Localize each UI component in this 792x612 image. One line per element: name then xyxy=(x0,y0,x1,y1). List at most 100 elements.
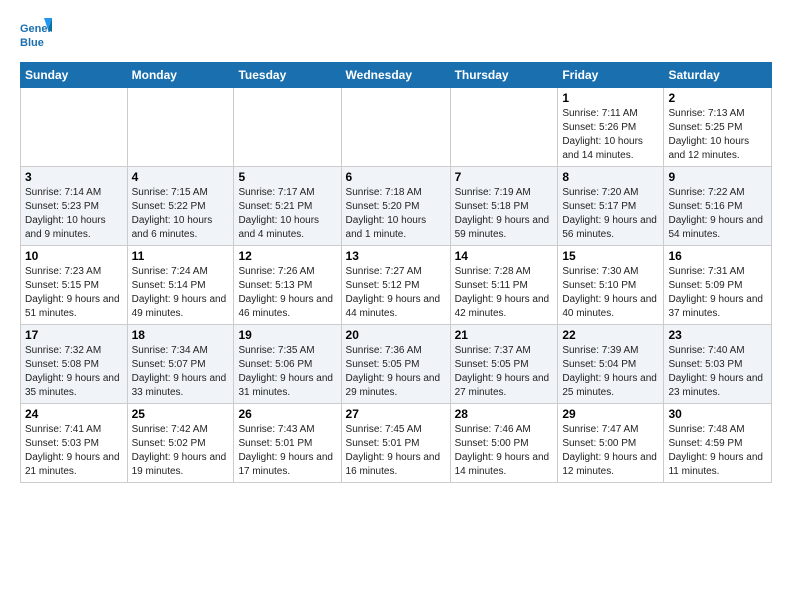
day-info: Sunrise: 7:37 AM Sunset: 5:05 PM Dayligh… xyxy=(455,344,554,400)
day-number: 1 xyxy=(562,91,659,105)
calendar-day-cell xyxy=(341,88,450,167)
day-info: Sunrise: 7:13 AM Sunset: 5:25 PM Dayligh… xyxy=(668,107,767,163)
calendar-day-cell: 10 Sunrise: 7:23 AM Sunset: 5:15 PM Dayli… xyxy=(21,246,128,325)
day-number: 25 xyxy=(132,407,230,421)
day-number: 4 xyxy=(132,170,230,184)
calendar-table: SundayMondayTuesdayWednesdayThursdayFrid… xyxy=(20,62,772,483)
calendar-day-cell: 17 Sunrise: 7:32 AM Sunset: 5:08 PM Dayli… xyxy=(21,325,128,404)
calendar-body: 1 Sunrise: 7:11 AM Sunset: 5:26 PM Daylig… xyxy=(21,88,772,483)
day-info: Sunrise: 7:17 AM Sunset: 5:21 PM Dayligh… xyxy=(238,186,336,242)
calendar-day-cell: 5 Sunrise: 7:17 AM Sunset: 5:21 PM Daylig… xyxy=(234,167,341,246)
day-number: 5 xyxy=(238,170,336,184)
calendar-day-cell: 23 Sunrise: 7:40 AM Sunset: 5:03 PM Dayli… xyxy=(664,325,772,404)
logo-svg: General Blue xyxy=(20,16,52,52)
calendar-day-cell xyxy=(234,88,341,167)
day-info: Sunrise: 7:46 AM Sunset: 5:00 PM Dayligh… xyxy=(455,423,554,479)
weekday-header-cell: Tuesday xyxy=(234,63,341,88)
day-number: 16 xyxy=(668,249,767,263)
calendar-day-cell: 16 Sunrise: 7:31 AM Sunset: 5:09 PM Dayli… xyxy=(664,246,772,325)
day-number: 6 xyxy=(346,170,446,184)
day-info: Sunrise: 7:22 AM Sunset: 5:16 PM Dayligh… xyxy=(668,186,767,242)
day-info: Sunrise: 7:48 AM Sunset: 4:59 PM Dayligh… xyxy=(668,423,767,479)
weekday-header-cell: Wednesday xyxy=(341,63,450,88)
calendar-day-cell: 8Sunrise: 7:20 AM Sunset: 5:17 PM Daylig… xyxy=(558,167,664,246)
calendar-day-cell: 18Sunrise: 7:34 AM Sunset: 5:07 PM Dayli… xyxy=(127,325,234,404)
day-number: 2 xyxy=(668,91,767,105)
calendar-day-cell: 15 Sunrise: 7:30 AM Sunset: 5:10 PM Dayli… xyxy=(558,246,664,325)
day-number: 12 xyxy=(238,249,336,263)
day-info: Sunrise: 7:20 AM Sunset: 5:17 PM Dayligh… xyxy=(562,186,659,242)
calendar-day-cell: 26 Sunrise: 7:43 AM Sunset: 5:01 PM Dayli… xyxy=(234,404,341,483)
day-info: Sunrise: 7:19 AM Sunset: 5:18 PM Dayligh… xyxy=(455,186,554,242)
day-number: 11 xyxy=(132,249,230,263)
weekday-header-cell: Thursday xyxy=(450,63,558,88)
day-info: Sunrise: 7:47 AM Sunset: 5:00 PM Dayligh… xyxy=(562,423,659,479)
calendar-week-row: 3Sunrise: 7:14 AM Sunset: 5:23 PM Daylig… xyxy=(21,167,772,246)
day-number: 9 xyxy=(668,170,767,184)
day-info: Sunrise: 7:18 AM Sunset: 5:20 PM Dayligh… xyxy=(346,186,446,242)
calendar-day-cell: 3Sunrise: 7:14 AM Sunset: 5:23 PM Daylig… xyxy=(21,167,128,246)
calendar-day-cell: 21 Sunrise: 7:37 AM Sunset: 5:05 PM Dayli… xyxy=(450,325,558,404)
day-number: 21 xyxy=(455,328,554,342)
calendar-day-cell: 28 Sunrise: 7:46 AM Sunset: 5:00 PM Dayli… xyxy=(450,404,558,483)
calendar-week-row: 24 Sunrise: 7:41 AM Sunset: 5:03 PM Dayli… xyxy=(21,404,772,483)
calendar-day-cell: 27 Sunrise: 7:45 AM Sunset: 5:01 PM Dayli… xyxy=(341,404,450,483)
calendar-day-cell: 20Sunrise: 7:36 AM Sunset: 5:05 PM Dayli… xyxy=(341,325,450,404)
day-number: 20 xyxy=(346,328,446,342)
calendar-day-cell: 9 Sunrise: 7:22 AM Sunset: 5:16 PM Daylig… xyxy=(664,167,772,246)
day-info: Sunrise: 7:11 AM Sunset: 5:26 PM Dayligh… xyxy=(562,107,659,163)
day-info: Sunrise: 7:23 AM Sunset: 5:15 PM Dayligh… xyxy=(25,265,123,321)
day-info: Sunrise: 7:31 AM Sunset: 5:09 PM Dayligh… xyxy=(668,265,767,321)
header: General Blue xyxy=(20,16,772,52)
calendar-day-cell: 7 Sunrise: 7:19 AM Sunset: 5:18 PM Daylig… xyxy=(450,167,558,246)
calendar-day-cell: 11 Sunrise: 7:24 AM Sunset: 5:14 PM Dayli… xyxy=(127,246,234,325)
calendar-day-cell: 2 Sunrise: 7:13 AM Sunset: 5:25 PM Daylig… xyxy=(664,88,772,167)
calendar-day-cell: 1 Sunrise: 7:11 AM Sunset: 5:26 PM Daylig… xyxy=(558,88,664,167)
day-number: 27 xyxy=(346,407,446,421)
day-number: 14 xyxy=(455,249,554,263)
day-info: Sunrise: 7:35 AM Sunset: 5:06 PM Dayligh… xyxy=(238,344,336,400)
calendar-day-cell xyxy=(127,88,234,167)
day-info: Sunrise: 7:24 AM Sunset: 5:14 PM Dayligh… xyxy=(132,265,230,321)
logo: General Blue xyxy=(20,16,52,52)
day-info: Sunrise: 7:42 AM Sunset: 5:02 PM Dayligh… xyxy=(132,423,230,479)
weekday-header-cell: Sunday xyxy=(21,63,128,88)
calendar-day-cell: 13Sunrise: 7:27 AM Sunset: 5:12 PM Dayli… xyxy=(341,246,450,325)
day-number: 7 xyxy=(455,170,554,184)
calendar-day-cell: 24 Sunrise: 7:41 AM Sunset: 5:03 PM Dayli… xyxy=(21,404,128,483)
day-number: 10 xyxy=(25,249,123,263)
calendar-day-cell: 4 Sunrise: 7:15 AM Sunset: 5:22 PM Daylig… xyxy=(127,167,234,246)
day-number: 30 xyxy=(668,407,767,421)
day-info: Sunrise: 7:30 AM Sunset: 5:10 PM Dayligh… xyxy=(562,265,659,321)
weekday-header-cell: Saturday xyxy=(664,63,772,88)
day-info: Sunrise: 7:40 AM Sunset: 5:03 PM Dayligh… xyxy=(668,344,767,400)
day-number: 19 xyxy=(238,328,336,342)
day-number: 24 xyxy=(25,407,123,421)
day-info: Sunrise: 7:14 AM Sunset: 5:23 PM Dayligh… xyxy=(25,186,123,242)
day-info: Sunrise: 7:26 AM Sunset: 5:13 PM Dayligh… xyxy=(238,265,336,321)
calendar-day-cell: 30 Sunrise: 7:48 AM Sunset: 4:59 PM Dayli… xyxy=(664,404,772,483)
calendar-day-cell xyxy=(21,88,128,167)
day-number: 17 xyxy=(25,328,123,342)
day-number: 26 xyxy=(238,407,336,421)
calendar-day-cell: 14Sunrise: 7:28 AM Sunset: 5:11 PM Dayli… xyxy=(450,246,558,325)
day-info: Sunrise: 7:32 AM Sunset: 5:08 PM Dayligh… xyxy=(25,344,123,400)
page: General Blue SundayMondayTuesdayWednesda… xyxy=(0,0,792,495)
calendar-week-row: 1 Sunrise: 7:11 AM Sunset: 5:26 PM Daylig… xyxy=(21,88,772,167)
day-number: 28 xyxy=(455,407,554,421)
weekday-header-cell: Monday xyxy=(127,63,234,88)
day-number: 15 xyxy=(562,249,659,263)
day-number: 23 xyxy=(668,328,767,342)
svg-text:Blue: Blue xyxy=(20,37,44,49)
calendar-day-cell: 19 Sunrise: 7:35 AM Sunset: 5:06 PM Dayli… xyxy=(234,325,341,404)
weekday-header-cell: Friday xyxy=(558,63,664,88)
day-number: 13 xyxy=(346,249,446,263)
day-info: Sunrise: 7:43 AM Sunset: 5:01 PM Dayligh… xyxy=(238,423,336,479)
day-number: 18 xyxy=(132,328,230,342)
day-number: 22 xyxy=(562,328,659,342)
calendar-day-cell: 29Sunrise: 7:47 AM Sunset: 5:00 PM Dayli… xyxy=(558,404,664,483)
day-info: Sunrise: 7:15 AM Sunset: 5:22 PM Dayligh… xyxy=(132,186,230,242)
day-info: Sunrise: 7:41 AM Sunset: 5:03 PM Dayligh… xyxy=(25,423,123,479)
calendar-week-row: 10 Sunrise: 7:23 AM Sunset: 5:15 PM Dayli… xyxy=(21,246,772,325)
day-info: Sunrise: 7:45 AM Sunset: 5:01 PM Dayligh… xyxy=(346,423,446,479)
